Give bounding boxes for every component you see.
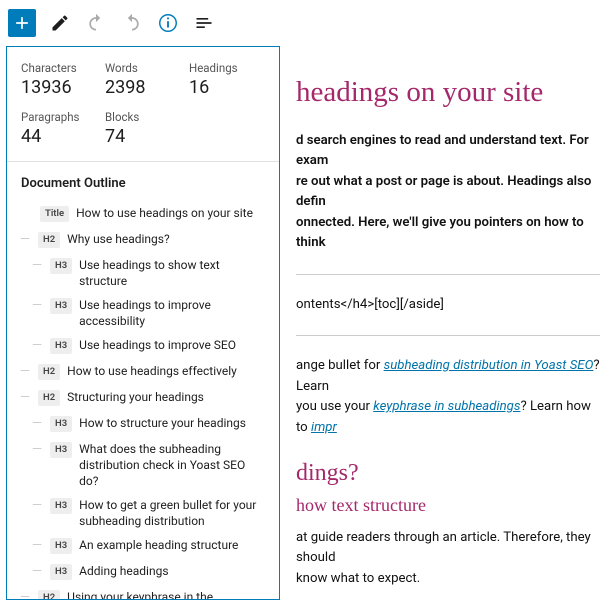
document-stats: Characters 13936 Words 2398 Headings 16 … (7, 47, 279, 157)
outline-item[interactable]: — H3 How to structure your headings (17, 411, 269, 437)
stat-label: Characters (21, 61, 97, 75)
edit-mode-button[interactable] (44, 7, 76, 39)
outline-dash-icon: — (31, 415, 43, 433)
heading-level-badge: H3 (50, 538, 72, 554)
stat-paragraphs: Paragraphs 44 (21, 110, 97, 147)
outline-dash-icon: — (19, 231, 31, 249)
stat-value: 44 (21, 126, 97, 147)
outline-dash-icon: — (31, 497, 43, 515)
outline-item-text: Use headings to improve accessibility (79, 297, 267, 329)
shortcode-line[interactable]: ontents</h4>[toc][/aside] (296, 295, 600, 315)
stat-value: 13936 (21, 77, 97, 98)
outline-title: Document Outline (7, 162, 279, 201)
outline-item-text: How to structure your headings (79, 415, 246, 431)
post-title[interactable]: headings on your site (296, 76, 600, 109)
outline-dash-icon: — (31, 563, 43, 581)
heading-h2[interactable]: dings? (296, 460, 600, 487)
info-button[interactable] (152, 7, 184, 39)
outline-item[interactable]: — H3 What does the subheading distribution… (17, 437, 269, 493)
editor-toolbar (0, 0, 600, 46)
stat-words: Words 2398 (105, 61, 181, 98)
outline-dash-icon: — (19, 363, 31, 381)
outline-dash-icon: — (31, 257, 43, 275)
stat-value: 16 (189, 77, 265, 98)
redo-button[interactable] (116, 7, 148, 39)
outline-item[interactable]: — H2 How to use headings effectively (17, 359, 269, 385)
stat-label: Words (105, 61, 181, 75)
heading-level-badge: H3 (50, 258, 72, 274)
add-block-button[interactable] (8, 9, 36, 37)
link-subheading-distribution[interactable]: subheading distribution in Yoast SEO (384, 358, 594, 373)
document-outline: — Title How to use headings on your site — H… (7, 201, 279, 600)
outline-dash-icon: — (31, 297, 43, 315)
heading-level-badge: H3 (50, 338, 72, 354)
link-keyphrase-subheadings[interactable]: keyphrase in subheadings (373, 399, 520, 414)
paragraph[interactable]: you use your keyphrase in subheadings? L… (296, 397, 600, 438)
paragraph[interactable]: at guide readers through an article. The… (296, 528, 600, 589)
outline-dash-icon: — (19, 389, 31, 407)
outline-item-text: Use headings to improve SEO (79, 337, 236, 353)
outline-item[interactable]: — H3 Use headings to show text structure (17, 253, 269, 293)
document-canvas[interactable]: headings on your site d search engines t… (286, 46, 600, 600)
heading-level-badge: H2 (38, 590, 60, 600)
link-improve[interactable]: impr (311, 420, 337, 435)
outline-item-text: How to get a green bullet for your subhe… (79, 497, 267, 529)
outline-item-text: Structuring your headings (67, 389, 204, 405)
outline-button[interactable] (188, 7, 220, 39)
stat-label: Blocks (105, 110, 181, 124)
stat-label: Headings (189, 61, 265, 75)
heading-level-badge: H2 (38, 232, 60, 248)
outline-dash-icon: — (19, 589, 31, 600)
heading-level-badge: H3 (50, 564, 72, 580)
heading-level-badge: H2 (38, 390, 60, 406)
outline-item[interactable]: — H3 Adding headings (17, 559, 269, 585)
outline-item-text: How to use headings on your site (76, 205, 253, 221)
outline-dash-icon: — (31, 537, 43, 555)
outline-item[interactable]: — H3 Use headings to improve accessibility (17, 293, 269, 333)
outline-item-text: An example heading structure (79, 537, 238, 553)
paragraph[interactable]: ange bullet for subheading distribution … (296, 356, 600, 397)
stat-label: Paragraphs (21, 110, 97, 124)
stat-headings: Headings 16 (189, 61, 265, 98)
stat-value: 2398 (105, 77, 181, 98)
outline-item[interactable]: — H3 How to get a green bullet for your su… (17, 493, 269, 533)
outline-item-text: Adding headings (79, 563, 168, 579)
outline-item[interactable]: — H3 An example heading structure (17, 533, 269, 559)
stat-value: 74 (105, 126, 181, 147)
outline-dash-icon: — (31, 337, 43, 355)
heading-level-badge: H3 (50, 442, 72, 458)
outline-item[interactable]: —TitleHow to use headings on your site (17, 201, 269, 227)
stat-blocks: Blocks 74 (105, 110, 181, 147)
heading-level-badge: H2 (38, 364, 60, 380)
heading-level-badge: Title (40, 206, 69, 222)
outline-item-text: Why use headings? (67, 231, 169, 247)
outline-dash-icon: — (31, 441, 43, 459)
outline-item[interactable]: — H3 Use headings to improve SEO (17, 333, 269, 359)
document-info-panel: Characters 13936 Words 2398 Headings 16 … (6, 46, 280, 600)
heading-level-badge: H3 (50, 416, 72, 432)
stat-characters: Characters 13936 (21, 61, 97, 98)
undo-button[interactable] (80, 7, 112, 39)
heading-level-badge: H3 (50, 498, 72, 514)
outline-item-text: Using your keyphrase in the subheadings (67, 589, 267, 600)
heading-level-badge: H3 (50, 298, 72, 314)
divider (296, 335, 600, 336)
heading-h3[interactable]: how text structure (296, 495, 600, 516)
lead-paragraph[interactable]: d search engines to read and understand … (296, 131, 600, 254)
outline-item-text: Use headings to show text structure (79, 257, 267, 289)
outline-item[interactable]: — H2 Using your keyphrase in the subheadin… (17, 585, 269, 600)
outline-item[interactable]: — H2 Why use headings? (17, 227, 269, 253)
outline-item[interactable]: — H2 Structuring your headings (17, 385, 269, 411)
divider (296, 274, 600, 275)
outline-item-text: What does the subheading distribution ch… (79, 441, 267, 489)
outline-item-text: How to use headings effectively (67, 363, 237, 379)
